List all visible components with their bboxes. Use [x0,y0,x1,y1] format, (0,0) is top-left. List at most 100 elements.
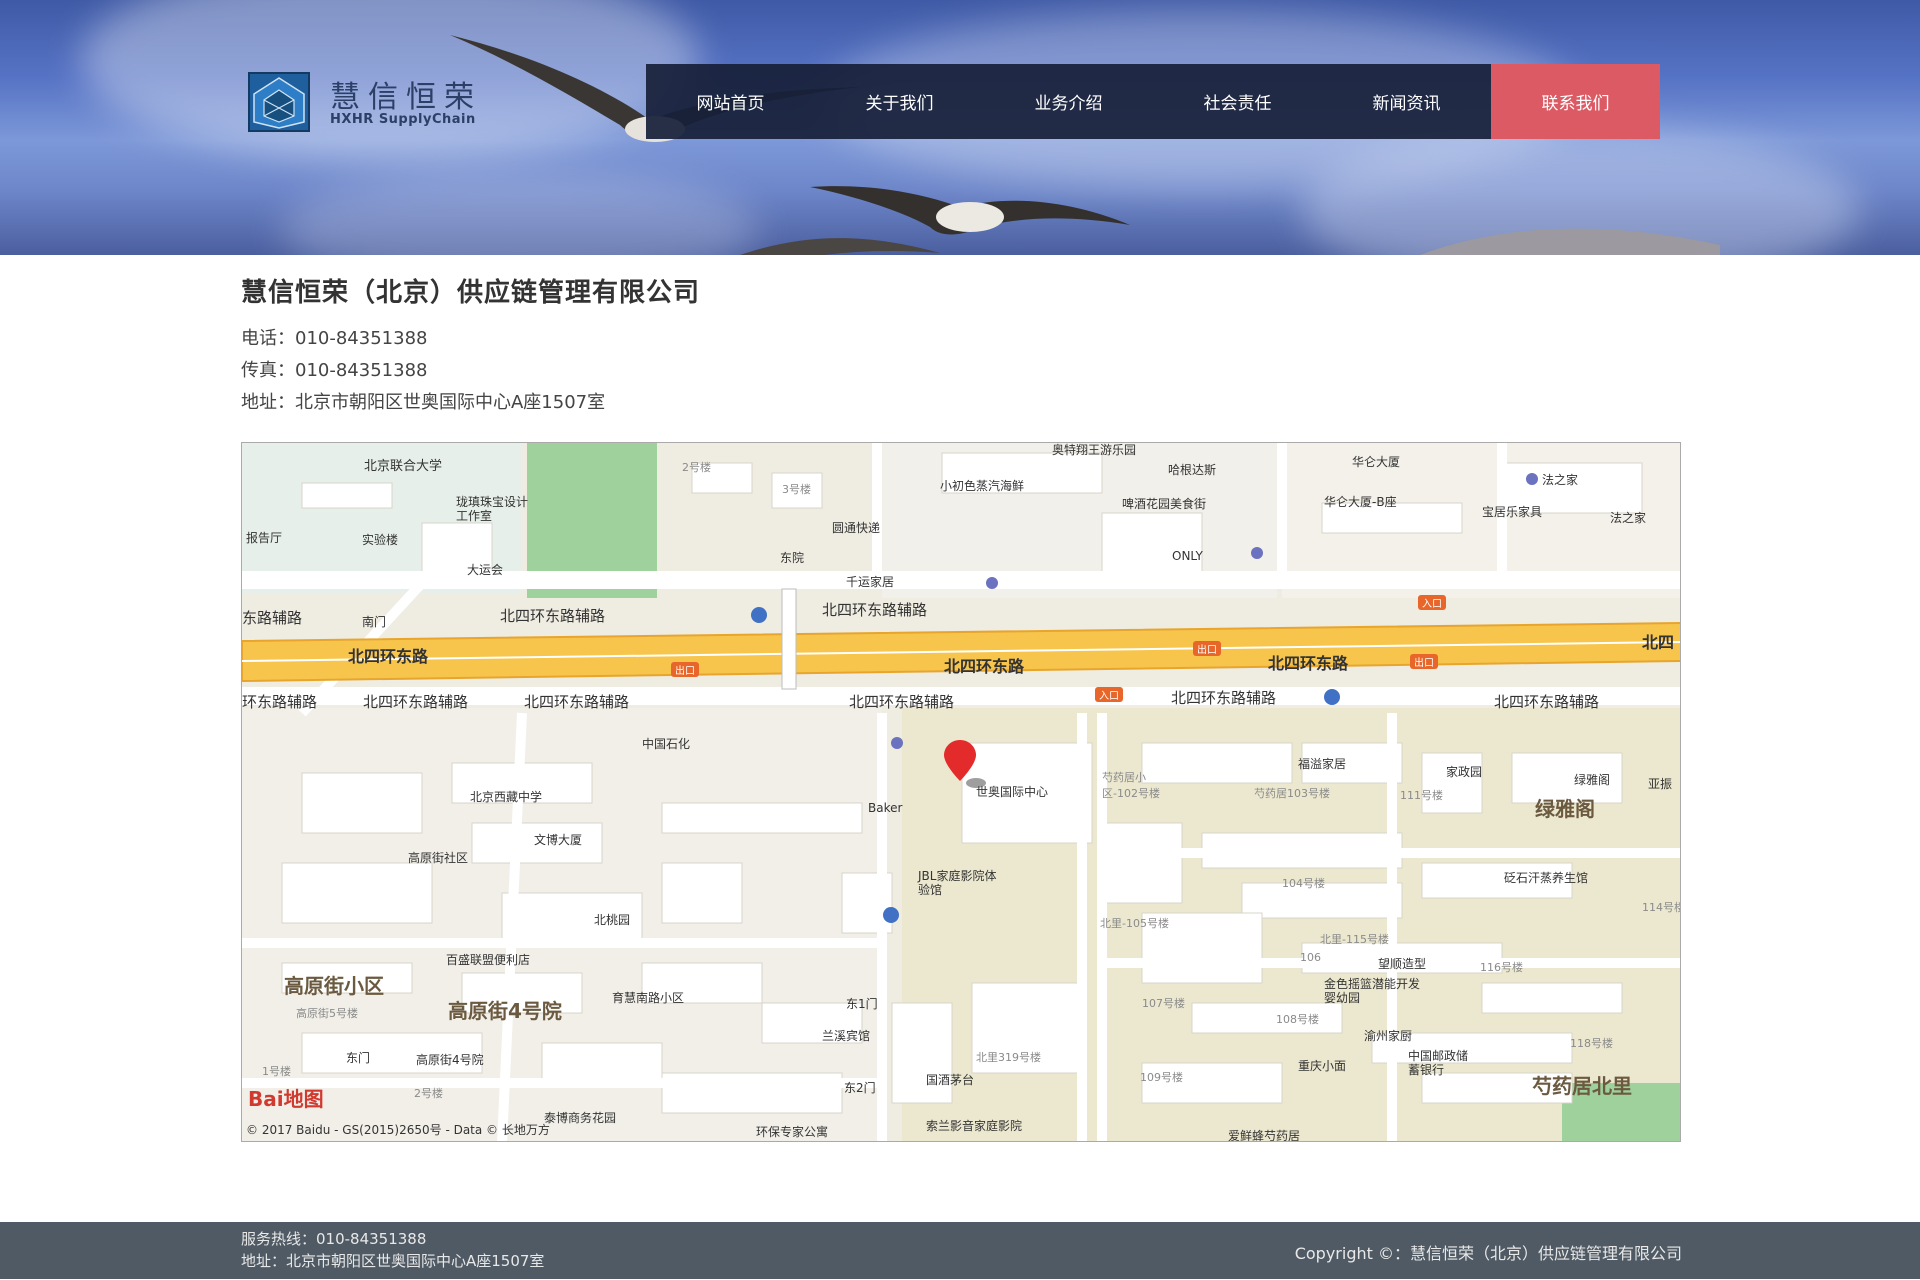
logo-mark-icon [248,72,310,132]
company-name: 慧信恒荣（北京）供应链管理有限公司 [241,278,701,308]
nav-item-business[interactable]: 业务介绍 [984,64,1153,139]
poi-label: 福溢家居 [1298,757,1347,771]
poi-label: 华仑大厦-B座 [1324,495,1397,509]
area-label: 绿雅阁 [1535,797,1595,821]
poi-label: 绿雅阁 [1574,773,1611,787]
road-label: 北四环东路辅路 [849,693,955,711]
poi-label: 百盛联盟便利店 [446,953,531,967]
poi-label: 北桃园 [594,913,631,927]
poi-label: 渝州家厨 [1364,1029,1413,1043]
poi-label: 文博大厦 [534,833,583,847]
exit-badge: 出口 [1410,654,1438,669]
area-label: 高原街小区 [284,974,384,998]
road-label: 北四环东路辅路 [363,693,469,711]
area-label: 芍药居北里 [1532,1074,1632,1098]
poi-label: 家政园 [1446,765,1483,779]
nav-item-home[interactable]: 网站首页 [646,64,815,139]
poi-label: 宝居乐家具 [1482,505,1543,519]
poi-label: 珑瑱珠宝设计工作室 [456,495,529,523]
poi-label: 世奥国际中心 [976,785,1049,799]
poi-label: 东门 [346,1051,371,1065]
building-label: 北里319号楼 [976,1051,1041,1064]
poi-label: 3号楼 [782,483,811,496]
entrance-badge: 入口 [1418,595,1446,610]
poi-label: 北京西藏中学 [470,790,543,804]
address-text: 地址：北京市朝阳区世奥国际中心A座1507室 [241,392,606,413]
poi-label: JBL家庭影院体验馆 [918,869,997,897]
phone-text: 电话：010-84351388 [241,328,428,349]
building-label: 高原街5号楼 [296,1007,358,1020]
building-label: 1号楼 [262,1065,291,1078]
poi-label: 东院 [780,551,805,565]
road-label: 北四环东路 [348,647,429,666]
poi-label: 千运家居 [846,575,895,589]
building-label: 114号楼 [1642,901,1681,914]
contact-section: 慧信恒荣（北京）供应链管理有限公司 电话：010-84351388 传真：010… [241,272,1681,419]
nav-item-contact[interactable]: 联系我们 [1491,64,1660,139]
footer-copyright: Copyright ©：慧信恒荣（北京）供应链管理有限公司 [1294,1244,1682,1263]
nav-item-about[interactable]: 关于我们 [815,64,984,139]
building-label: 104号楼 [1282,877,1325,890]
road-label: 环东路辅路 [242,693,318,711]
map-copyright: © 2017 Baidu - GS(2015)2650号 - Data © 长地… [246,1123,550,1137]
entrance-badge: 入口 [1095,687,1123,702]
poi-label: 法之家 [1542,473,1579,487]
poi-label: 高原街4号院 [416,1053,484,1067]
poi-label: 华仑大厦 [1352,455,1401,469]
building-label: 芍药居103号楼 [1254,787,1330,800]
poi-label: 小初色蒸汽海鲜 [940,479,1025,493]
poi-label: 实验楼 [362,533,399,547]
poi-label: 东1门 [846,997,878,1011]
footer-address: 地址：北京市朝阳区世奥国际中心A座1507室 [241,1252,545,1270]
building-label: 2号楼 [414,1087,443,1100]
poi-label: 奥特翔王游乐园 [1052,443,1137,457]
road-label: 北四环东路 [1268,654,1349,673]
baidu-map[interactable]: 出口 出口 出口 入口 入口 北四环东路 北四环东路 北四环东路 北四环东路辅路… [241,442,1681,1142]
poi-label: 北京联合大学 [364,459,443,474]
building-label: 北里-105号楼 [1100,917,1169,930]
nav-item-news[interactable]: 新闻资讯 [1322,64,1491,139]
logo[interactable]: 慧信恒荣 HXHR SupplyChain [248,72,488,134]
poi-label: 爱鲜蜂芍药居 [1228,1129,1301,1142]
poi-label: 哈根达斯 [1168,463,1217,477]
poi-label: 砭石汗蒸养生馆 [1504,871,1589,885]
poi-label: 国酒茅台 [926,1073,975,1087]
exit-badge: 出口 [1193,641,1221,656]
poi-label: 报告厅 [246,531,283,545]
poi-label: 亚振 [1648,777,1673,791]
road-label: 北四环东路辅路 [822,601,928,619]
poi-label: 中国石化 [642,737,691,751]
baidu-logo[interactable]: Bai地图 [248,1083,324,1112]
poi-label: 望顺造型 [1378,957,1427,971]
building-label: 109号楼 [1140,1071,1183,1084]
poi-label: 育慧南路小区 [612,991,685,1005]
seagull-image [1420,228,1720,255]
logo-name-cn: 慧信恒荣 [330,80,482,115]
poi-label: 环保专家公寓 [756,1125,829,1139]
poi-label: 南门 [362,615,387,629]
road-label: 北四环东路辅路 [1494,693,1600,711]
area-label: 高原街4号院 [448,999,562,1023]
nav-item-responsibility[interactable]: 社会责任 [1153,64,1322,139]
seagull-image [740,238,940,255]
poi-label: Baker [868,801,903,815]
logo-name-en: HXHR SupplyChain [330,112,476,127]
exit-badge: 出口 [671,662,699,677]
poi-label: 东2门 [844,1081,876,1095]
poi-label: 2号楼 [682,461,711,474]
poi-label: 兰溪宾馆 [822,1029,871,1043]
poi-label: 中国邮政储蓄银行 [1408,1049,1469,1077]
poi-label: 金色摇篮潜能开发婴幼园 [1324,977,1421,1005]
building-label: 111号楼 [1400,789,1443,802]
poi-label: 法之家 [1610,511,1647,525]
poi-label: 泰博商务花园 [544,1111,617,1125]
map-canvas [242,443,1680,1141]
poi-label: 高原街社区 [408,851,469,865]
building-label: 108号楼 [1276,1013,1319,1026]
main-nav: 网站首页 关于我们 业务介绍 社会责任 新闻资讯 联系我们 [646,64,1660,139]
building-label: 106 [1300,951,1321,964]
poi-label: 索兰影音家庭影院 [926,1119,1023,1133]
building-label: 107号楼 [1142,997,1185,1010]
building-label: 118号楼 [1570,1037,1613,1050]
road-label: 北四环东路 [944,657,1025,676]
